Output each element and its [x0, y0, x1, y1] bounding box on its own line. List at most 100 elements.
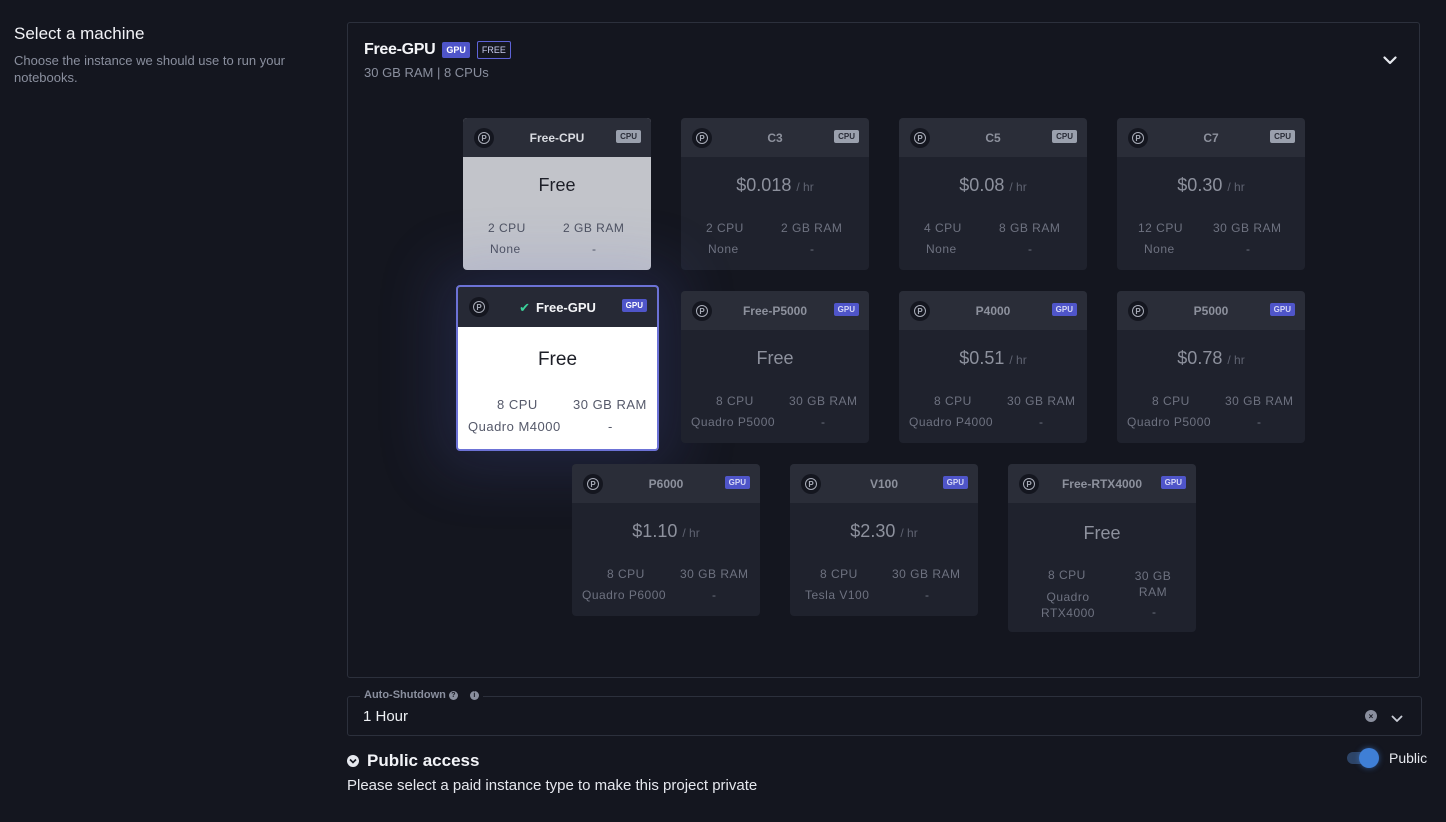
machine-ram: 30 GB RAM	[1225, 394, 1294, 408]
public-access-note: Please select a paid instance type to ma…	[347, 777, 758, 794]
info-icon[interactable]: i	[469, 690, 479, 700]
machine-card-free-gpu[interactable]: P ✔ Free-GPU GPU Free 8 CPU 30 GB RAM Qua…	[456, 285, 659, 451]
machine-card-free-p5000[interactable]: P Free-P5000 GPU Free 8 CPU 30 GB RAM Qu…	[681, 291, 869, 443]
machine-card-p5000[interactable]: P P5000 GPU $0.78 / hr 8 CPU 30 GB RAM Q…	[1117, 291, 1305, 443]
selected-machine-name: Free-GPU	[364, 41, 436, 58]
machine-cpu: 12 CPU	[1138, 221, 1184, 235]
machine-type-badge: GPU	[1160, 476, 1186, 489]
machine-type-badge: CPU	[1270, 130, 1295, 143]
machine-price: $1.10 / hr	[632, 521, 700, 541]
section-title: Select a machine	[14, 24, 145, 43]
gpu-badge: GPU	[442, 42, 470, 58]
toggle-thumb[interactable]	[1359, 748, 1379, 768]
public-toggle[interactable]: Public	[1347, 748, 1428, 768]
machine-ram: 30 GB RAM	[1213, 221, 1282, 235]
machine-card-free-cpu[interactable]: P Free-CPU CPU Free 2 CPU 2 GB RAM None …	[463, 118, 651, 270]
machine-gpu: None	[490, 242, 521, 256]
machine-price: $0.51 / hr	[959, 348, 1027, 368]
selected-machine-summary: Free-GPU GPU FREE 30 GB RAM | 8 CPUs	[364, 41, 511, 80]
machine-price: Free	[537, 349, 578, 370]
machine-type-badge: GPU	[724, 476, 750, 489]
machine-cpu: 8 CPU	[934, 394, 972, 408]
machine-gpu: Quadro M4000	[468, 419, 561, 434]
machine-type-badge: GPU	[1051, 303, 1077, 316]
machine-card-c3[interactable]: P C3 CPU $0.018 / hr 2 CPU 2 GB RAM None…	[681, 118, 869, 270]
machine-gpu: Quadro P4000	[909, 415, 994, 429]
machine-price: Free	[756, 348, 794, 368]
machine-price: Free	[538, 175, 576, 195]
machine-cpu: 8 CPU	[607, 567, 645, 581]
machine-extra: -	[1246, 242, 1251, 256]
machine-selector-panel: Free-GPU GPU FREE 30 GB RAM | 8 CPUs P F…	[347, 22, 1420, 678]
machine-ram: 2 GB RAM	[563, 221, 625, 235]
machine-ram: 8 GB RAM	[999, 221, 1061, 235]
machine-ram: 30 GB RAM	[680, 567, 749, 581]
machine-ram: 30 GB RAM	[573, 397, 647, 412]
auto-shutdown-select[interactable]: Auto-Shutdown ? i 1 Hour ×	[347, 689, 1422, 736]
machine-type-badge: GPU	[1269, 303, 1295, 316]
toggle-label: Public	[1389, 750, 1428, 766]
machine-gpu: Tesla V100	[805, 588, 870, 602]
machine-cpu: 8 CPU	[1048, 568, 1086, 582]
machine-type-badge: GPU	[833, 303, 859, 316]
free-badge: FREE	[476, 41, 511, 59]
machine-price: $0.018 / hr	[736, 175, 814, 195]
machine-cpu: 8 CPU	[716, 394, 754, 408]
machine-extra: -	[810, 242, 815, 256]
collapse-button[interactable]	[1381, 51, 1399, 69]
machine-card-free-rtx4000[interactable]: P Free-RTX4000 GPU Free 8 CPU 30 GB RAM …	[1008, 464, 1196, 632]
machine-price: $2.30 / hr	[850, 521, 918, 541]
machine-gpu: None	[926, 242, 957, 256]
machine-gpu: None	[1144, 242, 1175, 256]
section-description: Choose the instance we should use to run…	[14, 53, 286, 85]
machine-price: $0.30 / hr	[1177, 175, 1245, 195]
machine-extra: -	[1039, 415, 1044, 429]
machine-extra: -	[608, 419, 613, 434]
machine-ram: 30 GB RAM	[1007, 394, 1076, 408]
clear-icon[interactable]: ×	[1365, 710, 1377, 722]
machine-extra: -	[712, 588, 717, 602]
machine-price: Free	[1083, 523, 1121, 543]
machine-ram: 2 GB RAM	[781, 221, 843, 235]
toggle-track[interactable]	[1347, 748, 1379, 768]
machine-card-p4000[interactable]: P P4000 GPU $0.51 / hr 8 CPU 30 GB RAM Q…	[899, 291, 1087, 443]
machine-card-p6000[interactable]: P P6000 GPU $1.10 / hr 8 CPU 30 GB RAM Q…	[572, 464, 760, 616]
machine-card-v100[interactable]: P V100 GPU $2.30 / hr 8 CPU 30 GB RAM Te…	[790, 464, 978, 616]
machine-extra: -	[592, 242, 597, 256]
auto-shutdown-label: Auto-Shutdown ? i	[360, 689, 483, 701]
chevron-down-icon	[1383, 55, 1397, 64]
machine-gpu: Quadro P5000	[691, 415, 776, 429]
machine-card-c5[interactable]: P C5 CPU $0.08 / hr 4 CPU 8 GB RAM None …	[899, 118, 1087, 270]
machine-gpu: None	[708, 242, 739, 256]
machine-cpu: 2 CPU	[488, 221, 526, 235]
public-access-section: Public access Please select a paid insta…	[347, 751, 757, 794]
machine-type-badge: GPU	[621, 299, 647, 312]
machine-cpu: 8 CPU	[497, 397, 538, 412]
machine-extra: -	[821, 415, 826, 429]
machine-card-c7[interactable]: P C7 CPU $0.30 / hr 12 CPU 30 GB RAM Non…	[1117, 118, 1305, 270]
machine-cpu: 8 CPU	[1152, 394, 1190, 408]
machine-price: $0.78 / hr	[1177, 348, 1245, 368]
machine-type-badge: CPU	[616, 130, 641, 143]
machine-extra: -	[1257, 415, 1262, 429]
machine-extra: -	[1028, 242, 1033, 256]
machine-type-badge: GPU	[942, 476, 968, 489]
machine-type-badge: CPU	[1052, 130, 1077, 143]
machine-ram: 30 GB RAM	[789, 394, 858, 408]
machine-type-badge: CPU	[834, 130, 859, 143]
machine-extra: -	[1152, 605, 1157, 619]
selected-machine-specs: 30 GB RAM | 8 CPUs	[364, 65, 489, 80]
chevron-down-icon[interactable]	[1391, 710, 1403, 728]
machine-ram: 30 GB RAM	[892, 567, 961, 581]
machine-ram: 30 GB RAM	[1134, 569, 1172, 599]
machine-cpu: 2 CPU	[706, 221, 744, 235]
machine-cpu: 4 CPU	[924, 221, 962, 235]
chevron-circle-icon[interactable]	[347, 755, 359, 767]
machine-gpu: Quadro P5000	[1127, 415, 1212, 429]
help-icon[interactable]: ?	[448, 690, 458, 700]
public-access-title: Public access	[367, 751, 480, 770]
auto-shutdown-value: 1 Hour	[363, 708, 409, 725]
machine-gpu: Quadro P6000	[582, 588, 667, 602]
machine-price: $0.08 / hr	[959, 175, 1027, 195]
section-intro: Select a machine Choose the instance we …	[14, 24, 324, 86]
